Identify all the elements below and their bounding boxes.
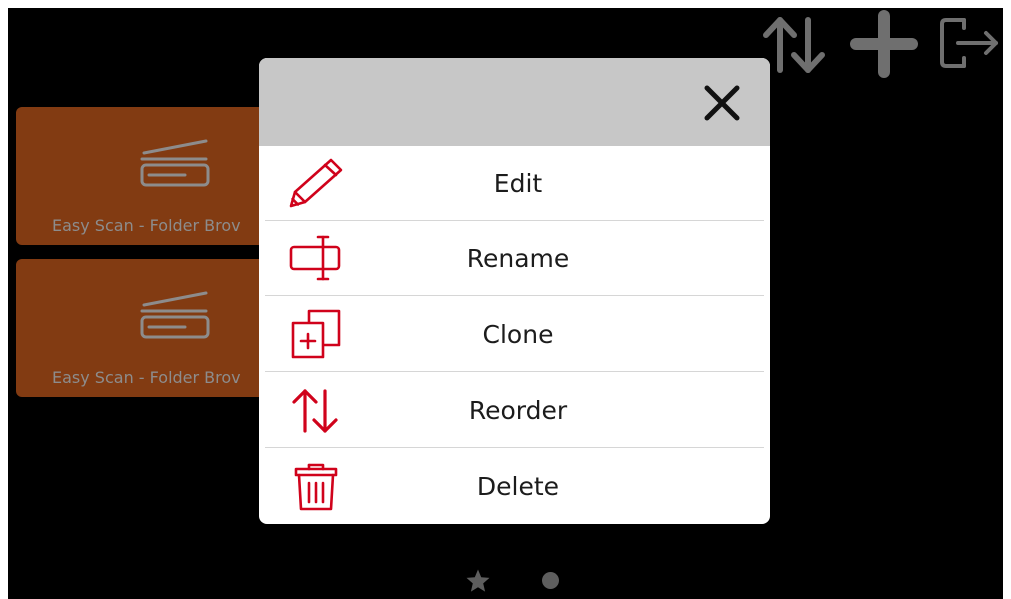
menu-item-rename[interactable]: Rename <box>259 221 770 296</box>
context-menu: Edit Rename Clone Reorder Delete <box>259 146 770 524</box>
menu-item-label: Delete <box>476 472 560 501</box>
rename-icon <box>289 235 341 281</box>
context-menu-dialog: Edit Rename Clone Reorder Delete <box>259 58 770 524</box>
page-dot[interactable] <box>542 572 559 589</box>
scanner-icon <box>140 291 210 339</box>
pencil-icon <box>289 158 343 208</box>
reorder-icon <box>292 389 338 433</box>
app-tile-easy-scan[interactable]: Easy Scan - Folder Brov <box>16 107 274 245</box>
divider <box>265 371 764 372</box>
reorder-icon[interactable] <box>760 8 832 78</box>
favorites-star-icon[interactable] <box>465 568 491 594</box>
menu-item-label: Clone <box>482 320 554 349</box>
menu-item-label: Rename <box>466 244 570 273</box>
app-screen: Easy Scan - Folder Brov Easy Scan - Fold… <box>8 8 1003 599</box>
sign-out-icon[interactable] <box>936 8 1002 78</box>
tile-label: Easy Scan - Folder Brov <box>52 368 241 387</box>
clone-icon <box>291 309 341 359</box>
scanner-icon <box>140 139 210 187</box>
menu-item-reorder[interactable]: Reorder <box>259 373 770 448</box>
menu-item-label: Edit <box>493 169 543 198</box>
dialog-header <box>259 58 770 146</box>
menu-item-label: Reorder <box>468 396 568 425</box>
app-tile-easy-scan[interactable]: Easy Scan - Folder Brov <box>16 259 274 397</box>
menu-item-clone[interactable]: Clone <box>259 297 770 372</box>
close-icon[interactable] <box>699 80 745 126</box>
tile-label: Easy Scan - Folder Brov <box>52 216 241 235</box>
menu-item-delete[interactable]: Delete <box>259 449 770 524</box>
divider <box>265 447 764 448</box>
menu-item-edit[interactable]: Edit <box>259 146 770 221</box>
trash-icon <box>294 463 338 511</box>
add-icon[interactable] <box>848 8 920 78</box>
divider <box>265 295 764 296</box>
